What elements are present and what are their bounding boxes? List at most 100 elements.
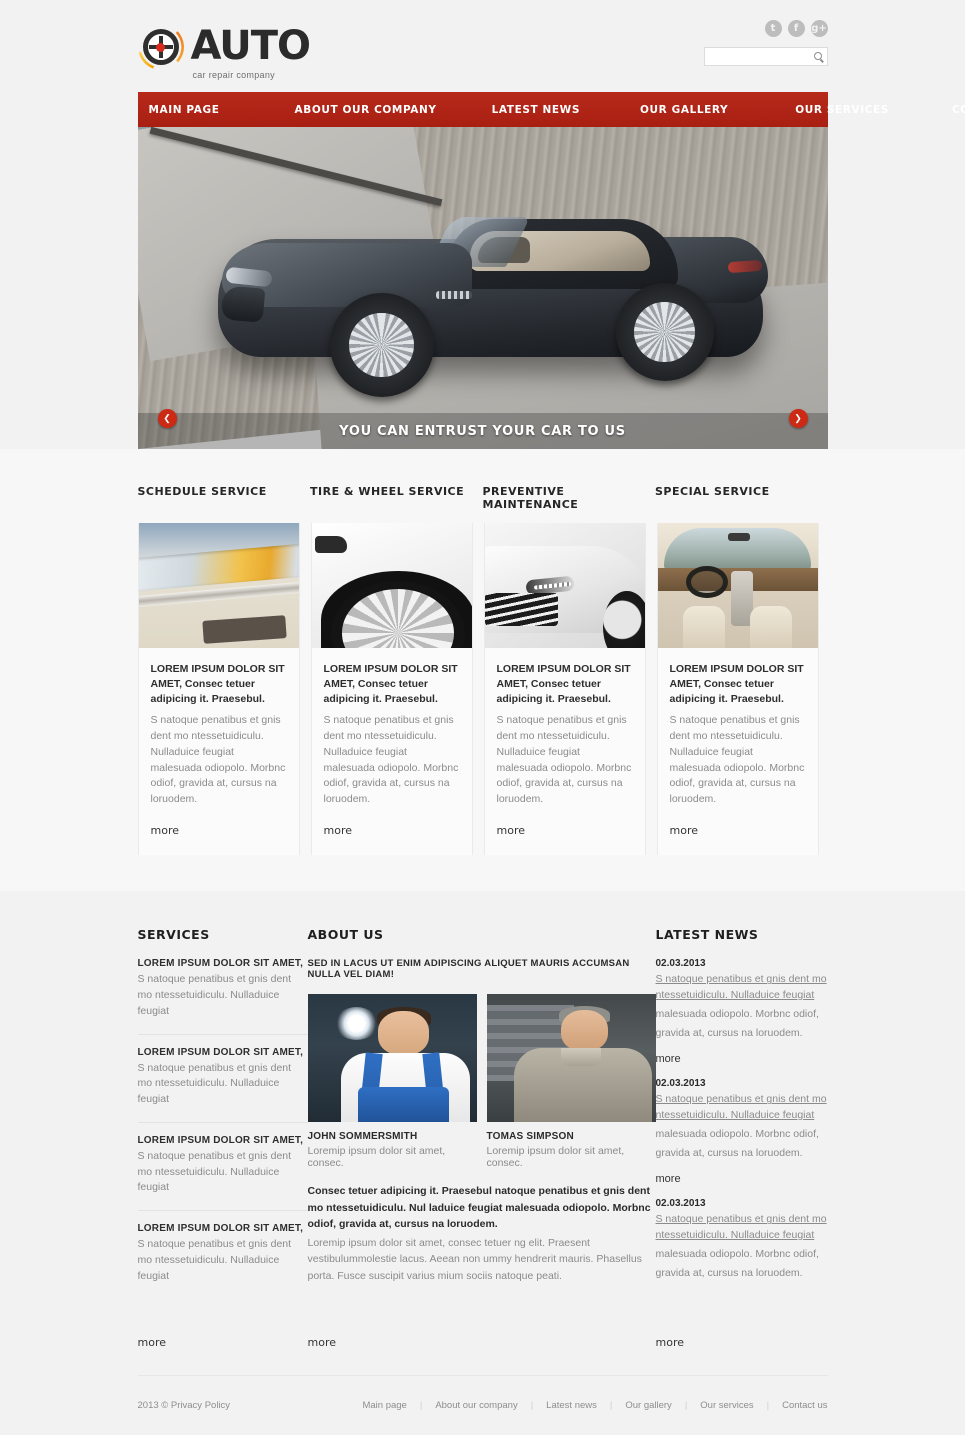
card-text: S natoque penatibus et gnis dent mo ntes…	[496, 713, 632, 806]
card-text: S natoque penatibus et gnis dent mo ntes…	[323, 713, 459, 806]
footer-separator: |	[766, 1400, 770, 1412]
team-member: JOHN SOMMERSMITH Loremip ipsum dolor sit…	[307, 994, 477, 1169]
card-lead: LOREM IPSUM DOLOR SIT AMET, Consec tetue…	[150, 663, 285, 706]
nav-item-services[interactable]: OUR SERVICES	[795, 104, 889, 116]
news-item: 02.03.2013 S natoque penatibus et gnis d…	[656, 1078, 828, 1185]
news-text: malesuada odiopolo. Morbnc odiof, gravid…	[655, 1007, 819, 1039]
nav-item-contact[interactable]: CONTACT US	[952, 104, 965, 116]
footer-link-services[interactable]: Our services	[700, 1400, 753, 1411]
service-item-head: LOREM IPSUM DOLOR SIT AMET,	[137, 958, 304, 970]
service-card[interactable]: LOREM IPSUM DOLOR SIT AMET, Consec tetue…	[656, 523, 819, 856]
service-list-item[interactable]: LOREM IPSUM DOLOR SIT AMET, S natoque pe…	[137, 1046, 308, 1123]
about-lead: Consec tetuer adipicing it. Praesebul na…	[307, 1185, 651, 1230]
service-card[interactable]: LOREM IPSUM DOLOR SIT AMET, Consec tetue…	[310, 523, 473, 856]
service-item-text: S natoque penatibus et gnis dent mo ntes…	[137, 1149, 292, 1194]
team-photo-john	[307, 994, 477, 1123]
news-date: 02.03.2013	[655, 1198, 706, 1210]
service-item-text: S natoque penatibus et gnis dent mo ntes…	[137, 1061, 292, 1106]
service-item-head: LOREM IPSUM DOLOR SIT AMET,	[137, 1134, 304, 1146]
card-more-link[interactable]: more	[151, 824, 180, 837]
header-right: t f g+	[703, 20, 828, 66]
card-image-sports-car-front	[484, 523, 645, 648]
news-link[interactable]: S natoque penatibus et gnis dent mo ntes…	[656, 1212, 828, 1244]
footer-separator: |	[609, 1400, 613, 1412]
column-services: SERVICES LOREM IPSUM DOLOR SIT AMET, S n…	[137, 927, 308, 1310]
card-text: S natoque penatibus et gnis dent mo ntes…	[150, 713, 286, 806]
service-item-head: LOREM IPSUM DOLOR SIT AMET,	[137, 1223, 304, 1235]
nav-item-about[interactable]: ABOUT OUR COMPANY	[294, 104, 436, 116]
chevron-right-icon[interactable]: ❯	[788, 409, 808, 428]
card-more-link[interactable]: more	[497, 824, 526, 837]
site-header: AUTO car repair company t f g+	[137, 14, 828, 92]
bottom-band: SERVICES LOREM IPSUM DOLOR SIT AMET, S n…	[0, 891, 965, 1376]
services-cards-band: SCHEDULE SERVICE TIRE & WHEEL SERVICE PR…	[0, 449, 965, 892]
footer-link-contact[interactable]: Contact us	[782, 1400, 827, 1411]
steering-wheel-icon	[137, 24, 184, 70]
team-grid: JOHN SOMMERSMITH Loremip ipsum dolor sit…	[307, 994, 656, 1169]
card-heading-tire-wheel-service: TIRE & WHEEL SERVICE	[310, 485, 465, 498]
service-list-item[interactable]: LOREM IPSUM DOLOR SIT AMET, S natoque pe…	[137, 1134, 308, 1212]
about-title: ABOUT US	[307, 927, 384, 943]
news-link[interactable]: S natoque penatibus et gnis dent mo ntes…	[656, 1092, 828, 1124]
page-root: AUTO car repair company t f g+ MAIN PAGE…	[0, 0, 965, 1435]
footer-separator: |	[530, 1400, 534, 1412]
card-lead: LOREM IPSUM DOLOR SIT AMET, Consec tetue…	[669, 663, 804, 706]
about-more-link[interactable]: more	[308, 1336, 337, 1349]
nav-item-main-page[interactable]: MAIN PAGE	[149, 104, 220, 116]
footer-navigation: Main page | About our company | Latest n…	[362, 1400, 827, 1411]
news-text: malesuada odiopolo. Morbnc odiof, gravid…	[655, 1127, 819, 1159]
news-link[interactable]: S natoque penatibus et gnis dent mo ntes…	[656, 972, 828, 1004]
column-latest-news: LATEST NEWS 02.03.2013 S natoque penatib…	[656, 927, 828, 1310]
card-lead: LOREM IPSUM DOLOR SIT AMET, Consec tetue…	[323, 663, 458, 706]
service-list-item[interactable]: LOREM IPSUM DOLOR SIT AMET, S natoque pe…	[138, 1223, 308, 1298]
twitter-icon[interactable]: t	[764, 20, 782, 37]
news-more-link[interactable]: more	[656, 1053, 828, 1065]
footer-link-latest-news[interactable]: Latest news	[546, 1400, 597, 1411]
column-more-links: more more more	[138, 1320, 828, 1351]
bottom-columns: SERVICES LOREM IPSUM DOLOR SIT AMET, S n…	[137, 927, 828, 1310]
card-image-interior	[657, 523, 818, 648]
team-member-name: TOMAS SIMPSON	[486, 1131, 574, 1143]
service-card[interactable]: LOREM IPSUM DOLOR SIT AMET, Consec tetue…	[483, 523, 646, 856]
services-more-link[interactable]: more	[138, 1336, 167, 1349]
service-card[interactable]: LOREM IPSUM DOLOR SIT AMET, Consec tetue…	[137, 523, 300, 856]
footer-copyright: 2013 © Privacy Policy	[137, 1400, 231, 1412]
news-more-link[interactable]: more	[656, 1173, 828, 1185]
service-list-item[interactable]: LOREM IPSUM DOLOR SIT AMET, S natoque pe…	[137, 958, 308, 1035]
footer-link-gallery[interactable]: Our gallery	[625, 1400, 671, 1411]
googleplus-icon[interactable]: g+	[810, 20, 828, 37]
footer-link-about[interactable]: About our company	[435, 1400, 517, 1411]
site-logo[interactable]: AUTO car repair company	[137, 22, 311, 80]
facebook-icon[interactable]: f	[787, 20, 805, 37]
footer-separator: |	[684, 1400, 688, 1412]
about-subtitle: SED IN LACUS UT ENIM ADIPISCING ALIQUET …	[307, 958, 630, 981]
search-input[interactable]	[704, 48, 805, 65]
footer-link-main-page[interactable]: Main page	[362, 1400, 406, 1411]
site-footer: 2013 © Privacy Policy Main page | About …	[137, 1375, 828, 1435]
card-more-link[interactable]: more	[670, 824, 699, 837]
card-image-headlight	[138, 523, 299, 648]
team-member: TOMAS SIMPSON Loremip ipsum dolor sit am…	[486, 994, 656, 1169]
news-more-link[interactable]: more	[656, 1336, 685, 1349]
hero-slider: YOU CAN ENTRUST YOUR CAR TO US ❮ ❯	[137, 127, 828, 449]
card-more-link[interactable]: more	[324, 824, 353, 837]
main-navigation: MAIN PAGE ABOUT OUR COMPANY LATEST NEWS …	[137, 92, 965, 127]
services-title: SERVICES	[137, 927, 210, 943]
nav-item-latest-news[interactable]: LATEST NEWS	[492, 104, 580, 116]
news-item: 02.03.2013 S natoque penatibus et gnis d…	[656, 958, 828, 1065]
footer-separator: |	[419, 1400, 423, 1412]
search-box[interactable]	[703, 47, 828, 66]
team-photo-tomas	[486, 994, 656, 1123]
team-member-name: JOHN SOMMERSMITH	[307, 1131, 418, 1143]
nav-item-gallery[interactable]: OUR GALLERY	[640, 104, 728, 116]
chevron-left-icon[interactable]: ❮	[157, 409, 177, 428]
search-icon[interactable]	[813, 52, 822, 60]
service-item-head: LOREM IPSUM DOLOR SIT AMET,	[137, 1046, 304, 1058]
card-image-wheel	[311, 523, 472, 648]
card-text: S natoque penatibus et gnis dent mo ntes…	[669, 713, 805, 806]
cards-headings: SCHEDULE SERVICE TIRE & WHEEL SERVICE PR…	[138, 485, 828, 511]
footer-band: 2013 © Privacy Policy Main page | About …	[0, 1375, 965, 1435]
about-text: Loremip ipsum dolor sit amet, consec tet…	[307, 1237, 642, 1282]
service-item-text: S natoque penatibus et gnis dent mo ntes…	[137, 973, 292, 1017]
column-about: ABOUT US SED IN LACUS UT ENIM ADIPISCING…	[307, 927, 656, 1310]
